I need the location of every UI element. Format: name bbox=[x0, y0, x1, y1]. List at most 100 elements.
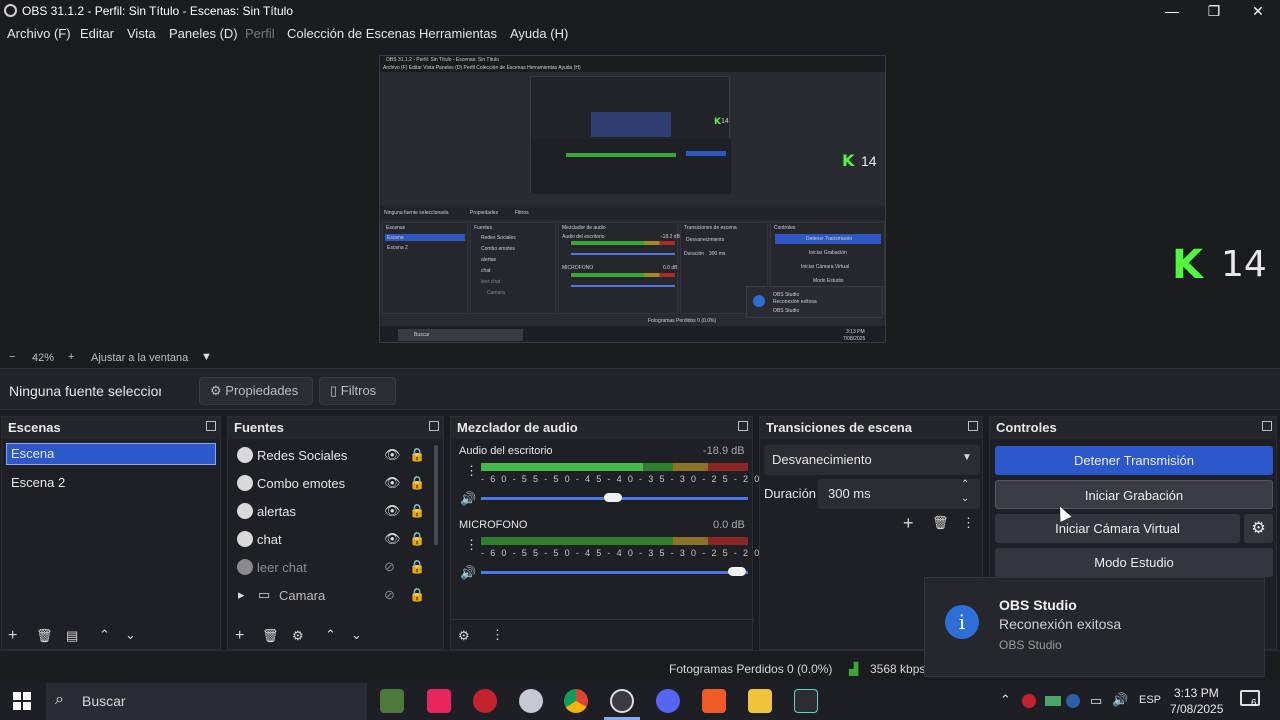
start-recording-button[interactable]: Iniciar Grabación bbox=[995, 480, 1273, 509]
virtual-cam-settings-icon[interactable]: ⚙ bbox=[1244, 514, 1273, 543]
scene-item[interactable]: Escena 2 bbox=[11, 475, 65, 490]
menu-herramientas[interactable]: Herramientas bbox=[419, 26, 497, 41]
tiktok-icon[interactable] bbox=[427, 689, 451, 713]
source-row[interactable]: Combo emotes 👁 🔒 bbox=[228, 473, 433, 495]
file-explorer-icon[interactable] bbox=[748, 689, 772, 713]
add-transition-icon[interactable]: + bbox=[903, 513, 914, 534]
notification-app: OBS Studio bbox=[999, 638, 1062, 652]
remove-transition-icon[interactable]: 🗑 bbox=[932, 515, 949, 531]
eye-hidden-icon[interactable]: ⊘ bbox=[384, 559, 395, 575]
move-up-icon[interactable]: ⌃ bbox=[99, 627, 110, 643]
minimize-button[interactable]: — bbox=[1150, 0, 1194, 22]
volume-icon[interactable]: 🔊 bbox=[460, 565, 476, 581]
terminal-icon[interactable] bbox=[794, 689, 818, 713]
dock-float-icon[interactable] bbox=[738, 421, 748, 431]
dock-float-icon[interactable] bbox=[429, 421, 439, 431]
lock-icon[interactable]: 🔒 bbox=[409, 559, 425, 575]
source-properties-icon[interactable]: ⚙ bbox=[292, 628, 304, 644]
add-scene-icon[interactable]: + bbox=[8, 627, 17, 645]
mixer-menu-icon[interactable]: ⋮ bbox=[491, 627, 504, 643]
remove-scene-icon[interactable]: 🗑 bbox=[36, 628, 53, 644]
mixer-settings-icon[interactable]: ⚙ bbox=[458, 628, 470, 644]
expand-arrow-icon[interactable]: ▸ bbox=[238, 587, 245, 603]
obs-taskbar-icon[interactable] bbox=[610, 689, 634, 713]
eye-icon[interactable]: 👁 bbox=[384, 475, 401, 491]
dock-float-icon[interactable] bbox=[968, 421, 978, 431]
tray-app-icon[interactable] bbox=[1022, 694, 1036, 708]
lock-icon[interactable]: 🔒 bbox=[409, 503, 425, 519]
eye-icon[interactable]: 👁 bbox=[384, 531, 401, 547]
app-red-icon[interactable] bbox=[473, 689, 497, 713]
lock-icon[interactable]: 🔒 bbox=[409, 531, 425, 547]
properties-button[interactable]: ⚙ Propiedades bbox=[199, 377, 313, 405]
notification-center-icon[interactable] bbox=[1240, 690, 1260, 706]
scene-item[interactable]: Escena bbox=[6, 443, 216, 465]
move-up-icon[interactable]: ⌃ bbox=[325, 627, 336, 643]
lock-icon[interactable]: 🔒 bbox=[409, 447, 425, 463]
fit-window-label[interactable]: Ajustar a la ventana bbox=[91, 352, 188, 364]
tray-steam-icon[interactable] bbox=[1066, 694, 1080, 708]
menu-archivo[interactable]: Archivo (F) bbox=[7, 26, 71, 41]
studio-mode-button[interactable]: Modo Estudio bbox=[995, 548, 1273, 577]
volume-slider[interactable] bbox=[481, 571, 748, 574]
menu-perfil[interactable]: Perfil bbox=[245, 26, 275, 41]
windows-start-icon[interactable] bbox=[13, 692, 31, 710]
transition-select[interactable]: Desvanecimiento ▼ bbox=[764, 445, 980, 475]
volume-slider-knob[interactable] bbox=[604, 493, 622, 502]
zoom-in-button[interactable]: + bbox=[68, 351, 74, 363]
spin-down-icon[interactable]: ⌄ bbox=[961, 493, 969, 504]
zoom-out-button[interactable]: − bbox=[9, 351, 15, 363]
remove-source-icon[interactable]: 🗑 bbox=[262, 628, 279, 644]
menu-ayuda[interactable]: Ayuda (H) bbox=[510, 26, 568, 41]
source-row[interactable]: leer chat ⊘ 🔒 bbox=[228, 557, 433, 579]
taskbar-search[interactable]: ⌕ Buscar bbox=[46, 683, 367, 720]
eye-hidden-icon[interactable]: ⊘ bbox=[384, 587, 395, 603]
inner-source-item: alertas bbox=[481, 257, 497, 263]
volume-icon[interactable]: 🔊 bbox=[460, 491, 476, 507]
clock-time[interactable]: 3:13 PM bbox=[1174, 686, 1219, 700]
channel-menu-icon[interactable]: ⋮ bbox=[465, 537, 478, 553]
dock-float-icon[interactable] bbox=[1262, 421, 1272, 431]
lock-icon[interactable]: 🔒 bbox=[409, 475, 425, 491]
lock-icon[interactable]: 🔒 bbox=[409, 587, 425, 603]
speaker-icon[interactable]: 🔊 bbox=[1112, 692, 1128, 708]
duration-spinbox[interactable]: 300 ms ⌃ ⌄ bbox=[818, 479, 980, 509]
spin-up-icon[interactable]: ⌃ bbox=[961, 479, 969, 490]
volume-slider-knob[interactable] bbox=[728, 567, 746, 576]
menu-editar[interactable]: Editar bbox=[80, 26, 114, 41]
minecraft-icon[interactable] bbox=[380, 689, 404, 713]
source-row[interactable]: Redes Sociales 👁 🔒 bbox=[228, 445, 433, 467]
language-indicator[interactable]: ESP bbox=[1139, 694, 1161, 706]
tray-chevron-icon[interactable]: ⌃ bbox=[1000, 692, 1011, 708]
source-row[interactable]: ▸ ▭ Camara ⊘ 🔒 bbox=[228, 585, 433, 607]
menu-vista[interactable]: Vista bbox=[127, 26, 156, 41]
add-source-icon[interactable]: + bbox=[235, 627, 244, 645]
move-down-icon[interactable]: ⌄ bbox=[351, 627, 362, 643]
toast-notification[interactable]: i OBS Studio Reconexión exitosa OBS Stud… bbox=[924, 577, 1265, 677]
dock-float-icon[interactable] bbox=[206, 421, 216, 431]
move-down-icon[interactable]: ⌄ bbox=[125, 627, 136, 643]
close-button[interactable]: ✕ bbox=[1236, 0, 1280, 22]
chrome-icon[interactable] bbox=[564, 689, 588, 713]
stop-streaming-button[interactable]: Detener Transmisión bbox=[995, 446, 1273, 475]
discord-icon[interactable] bbox=[656, 689, 680, 713]
tray-nvidia-icon[interactable] bbox=[1045, 696, 1061, 706]
restore-button[interactable]: ❐ bbox=[1192, 0, 1236, 22]
eye-icon[interactable]: 👁 bbox=[384, 447, 401, 463]
app-paint-icon[interactable] bbox=[519, 689, 543, 713]
channel-menu-icon[interactable]: ⋮ bbox=[465, 463, 478, 479]
sources-scrollbar[interactable] bbox=[434, 445, 438, 545]
source-row[interactable]: alertas 👁 🔒 bbox=[228, 501, 433, 523]
start-virtual-cam-button[interactable]: Iniciar Cámara Virtual bbox=[995, 514, 1240, 543]
source-row[interactable]: chat 👁 🔒 bbox=[228, 529, 433, 551]
eye-icon[interactable]: 👁 bbox=[384, 503, 401, 519]
network-icon[interactable]: ▭ bbox=[1090, 693, 1102, 709]
menu-paneles[interactable]: Paneles (D) bbox=[169, 26, 238, 41]
brave-icon[interactable] bbox=[702, 689, 726, 713]
scene-filters-icon[interactable]: ▤ bbox=[66, 628, 78, 644]
clock-date[interactable]: 7/08/2025 bbox=[1170, 702, 1223, 716]
filters-button[interactable]: ▯ Filtros bbox=[319, 377, 396, 405]
transition-menu-icon[interactable]: ⋮ bbox=[962, 515, 975, 531]
zoom-dropdown-icon[interactable]: ▼ bbox=[201, 351, 212, 363]
menu-coleccion-escenas[interactable]: Colección de Escenas bbox=[287, 26, 416, 41]
